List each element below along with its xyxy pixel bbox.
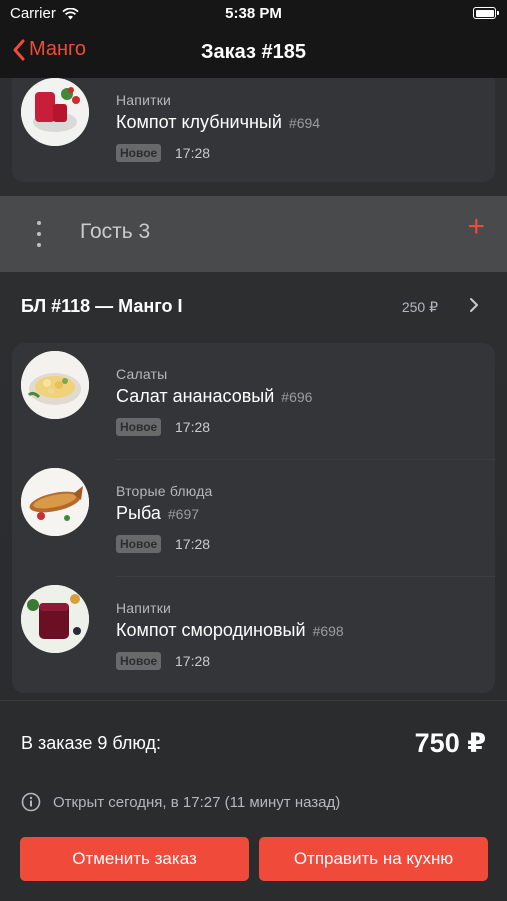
item-category: Напитки: [116, 600, 172, 616]
more-vertical-icon[interactable]: [29, 221, 49, 247]
total-label: В заказе 9 блюд:: [21, 733, 162, 753]
status-badge: Новое: [116, 652, 162, 670]
plus-icon[interactable]: +: [467, 212, 485, 242]
page-title: Заказ #185: [200, 41, 307, 63]
dish-photo: [21, 78, 89, 146]
bill-row[interactable]: БЛ #118 — Манго I 250 ₽: [0, 272, 507, 340]
item-number: #696: [281, 389, 313, 405]
order-footer: В заказе 9 блюд: 750 ₽ Открыт сегодня, в…: [0, 700, 507, 901]
item-category: Напитки: [116, 92, 172, 108]
order-items-card: Напитки Компот клубничный #694 Новое 17:…: [12, 78, 495, 182]
opened-info: Открыт сегодня, в 17:27 (11 минут назад): [21, 792, 340, 812]
guest-header: Гость 3 +: [0, 196, 507, 272]
cancel-order-button[interactable]: Отменить заказ: [20, 837, 249, 881]
order-item[interactable]: Напитки Компот клубничный #694 Новое 17:…: [12, 78, 495, 181]
navigation-bar: Манго Заказ #185: [0, 28, 507, 78]
status-time: 5:38 PM: [225, 5, 282, 22]
item-category: Вторые блюда: [116, 483, 213, 499]
status-badge: Новое: [116, 535, 162, 553]
dish-photo: [21, 351, 89, 419]
status-bar: Carrier 5:38 PM: [0, 0, 507, 28]
status-badge: Новое: [116, 144, 162, 162]
item-number: #698: [312, 623, 344, 639]
item-name: Компот клубничный #694: [116, 112, 320, 133]
bill-amount: 250 ₽: [401, 299, 438, 315]
item-title: Компот смородиновый: [116, 620, 306, 640]
item-time: 17:28: [175, 536, 211, 552]
item-time: 17:28: [175, 419, 211, 435]
total-value: 750 ₽: [414, 728, 486, 758]
bill-title: БЛ #118 — Манго I: [21, 296, 183, 316]
item-title: Салат ананасовый: [116, 386, 275, 406]
order-item[interactable]: Напитки Компот смородиновый #698 Новое 1…: [12, 577, 495, 693]
item-name: Рыба #697: [116, 503, 199, 524]
send-to-kitchen-button[interactable]: Отправить на кухню: [259, 837, 488, 881]
item-title: Рыба: [116, 503, 161, 523]
item-name: Салат ананасовый #696: [116, 386, 312, 407]
item-name: Компот смородиновый #698: [116, 620, 344, 641]
guest-name: Гость 3: [80, 220, 151, 243]
dish-photo: [21, 468, 89, 536]
opened-text: Открыт сегодня, в 17:27 (11 минут назад): [53, 793, 341, 811]
item-category: Салаты: [116, 366, 168, 382]
order-screen: Carrier 5:38 PM Манго Заказ #185 Напитки…: [0, 0, 507, 901]
order-item[interactable]: Салаты Салат ананасовый #696 Новое 17:28: [12, 343, 495, 460]
info-icon: [21, 792, 41, 812]
dish-photo: [21, 585, 89, 653]
item-time: 17:28: [175, 145, 211, 161]
status-badge: Новое: [116, 418, 162, 436]
item-number: #697: [167, 506, 200, 522]
order-items-card: Салаты Салат ананасовый #696 Новое 17:28: [12, 343, 495, 693]
battery-icon: [473, 7, 499, 19]
item-title: Компот клубничный: [116, 112, 282, 132]
item-time: 17:28: [175, 653, 211, 669]
chevron-right-icon: [470, 298, 478, 312]
item-number: #694: [288, 115, 321, 131]
order-item[interactable]: Вторые блюда Рыба #697 Новое 17:28: [12, 460, 495, 577]
